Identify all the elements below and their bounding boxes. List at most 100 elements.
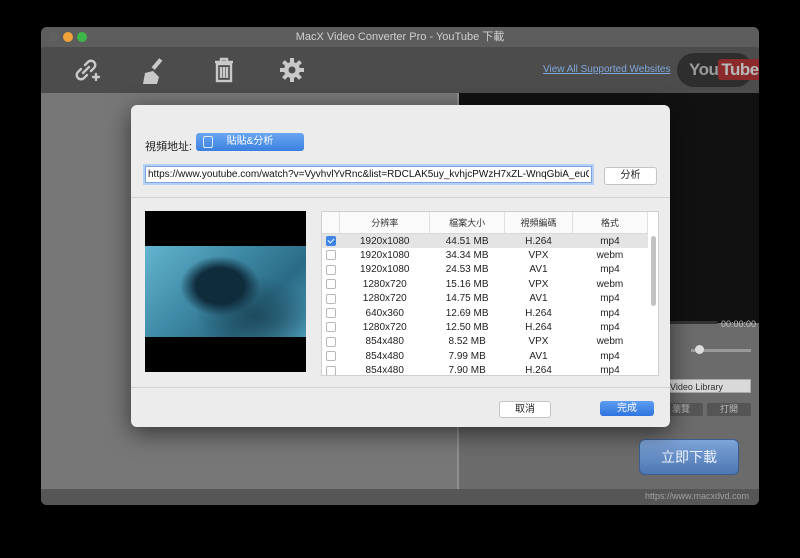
status-url[interactable]: https://www.macxdvd.com [645, 491, 749, 501]
youtube-logo: You Tube [677, 53, 759, 87]
codec-cell: AV1 [529, 293, 548, 305]
resolution-cell: 1280x720 [362, 293, 407, 305]
size-cell: 34.34 MB [445, 250, 489, 262]
cancel-button[interactable]: 取消 [499, 401, 551, 418]
table-row[interactable]: 854x480 7.99 MB AV1 mp4 [322, 349, 648, 363]
format-cell: mp4 [600, 365, 620, 376]
paste-analyze-label: 貼貼&分析 [226, 136, 274, 147]
youtube-logo-tube: Tube [718, 59, 759, 80]
window-minimize-button[interactable] [63, 32, 73, 42]
column-header-size[interactable]: 檔案大小 [429, 212, 506, 234]
size-cell: 44.51 MB [429, 233, 505, 249]
codec-cell: AV1 [529, 350, 548, 362]
format-cell: mp4 [600, 293, 620, 305]
format-cell: mp4 [600, 350, 620, 362]
row-checkbox[interactable] [325, 279, 336, 290]
codec-cell: H.264 [525, 322, 552, 334]
table-header-row: 分辨率 檔案大小 視頻編碼 格式 [322, 212, 649, 234]
format-cell: mp4 [600, 322, 620, 334]
open-button[interactable]: 打開 [707, 403, 751, 416]
table-scrollbar[interactable] [651, 236, 656, 306]
format-cell: webm [596, 250, 624, 262]
url-input[interactable] [145, 166, 592, 183]
table-row[interactable]: 854x480 8.52 MB VPX webm [322, 335, 648, 349]
title-bar: MacX Video Converter Pro - YouTube 下載 [41, 27, 759, 47]
seek-bar[interactable] [669, 321, 717, 324]
resolution-cell: 1280x720 [362, 278, 407, 290]
row-checkbox[interactable] [325, 336, 336, 347]
table-row[interactable]: 1920x1080 44.51 MB H.264 mp4 [322, 233, 648, 249]
row-select-cell [322, 364, 340, 375]
clean-brush-icon[interactable] [139, 55, 169, 85]
resolution-cell: 1280x720 [362, 322, 407, 334]
row-select-cell [322, 335, 340, 349]
row-checkbox[interactable] [325, 322, 336, 333]
row-checkbox[interactable] [325, 250, 336, 261]
table-row[interactable]: 854x480 7.90 MB H.264 mp4 [322, 364, 648, 376]
row-select-cell [322, 263, 340, 277]
row-select-cell [322, 277, 340, 291]
window-zoom-button[interactable] [77, 32, 87, 42]
row-select-cell [322, 292, 340, 306]
table-row[interactable]: 640x360 12.69 MB H.264 mp4 [322, 306, 648, 320]
format-cell: mp4 [600, 264, 620, 276]
table-row[interactable]: 1280x720 15.16 MB VPX webm [322, 277, 648, 291]
resolution-cell: 854x480 [365, 350, 404, 362]
table-row[interactable]: 1920x1080 24.53 MB AV1 mp4 [322, 263, 648, 277]
format-cell: mp4 [572, 233, 648, 249]
row-checkbox[interactable] [325, 293, 336, 304]
gear-icon[interactable] [277, 55, 307, 85]
resolution-cell: 1920x1080 [339, 233, 430, 249]
row-checkbox[interactable] [325, 365, 336, 375]
row-select-cell [322, 248, 340, 262]
table-row[interactable]: 1280x720 12.50 MB H.264 mp4 [322, 320, 648, 334]
row-select-cell [322, 349, 340, 363]
toolbar: View All Supported Websites You Tube [41, 47, 759, 93]
row-checkbox[interactable] [325, 308, 336, 318]
size-cell: 12.69 MB [445, 307, 489, 319]
resolution-cell: 854x480 [365, 336, 404, 348]
format-cell: mp4 [600, 307, 620, 319]
resolution-cell: 1920x1080 [359, 264, 410, 276]
analyze-button[interactable]: 分析 [604, 167, 657, 185]
row-checkbox[interactable] [325, 236, 336, 247]
done-button[interactable]: 完成 [600, 401, 654, 416]
codec-cell: VPX [528, 250, 549, 262]
volume-knob[interactable] [695, 345, 704, 354]
table-row[interactable]: 1280x720 14.75 MB AV1 mp4 [322, 292, 648, 306]
size-cell: 14.75 MB [445, 293, 489, 305]
codec-cell: H.264 [525, 365, 552, 376]
window-title: MacX Video Converter Pro - YouTube 下載 [295, 31, 505, 43]
url-label: 視頻地址: [145, 141, 193, 153]
row-checkbox[interactable] [325, 351, 336, 362]
window-close-button[interactable] [49, 32, 59, 42]
codec-cell: AV1 [529, 264, 548, 276]
codec-cell: VPX [528, 336, 549, 348]
size-cell: 7.90 MB [448, 365, 486, 376]
destination-field[interactable]: Video Library [665, 379, 751, 393]
codec-cell: H.264 [504, 233, 573, 249]
supported-websites-link[interactable]: View All Supported Websites [543, 64, 670, 75]
download-now-button[interactable]: 立即下載 [639, 439, 739, 475]
size-cell: 15.16 MB [445, 278, 489, 290]
codec-cell: VPX [528, 278, 549, 290]
resolution-cell: 1920x1080 [359, 250, 410, 262]
trash-icon[interactable] [209, 55, 239, 85]
format-cell: webm [596, 336, 624, 348]
row-select-cell [322, 320, 340, 334]
thumbnail-image [145, 246, 306, 337]
link-add-icon[interactable] [71, 55, 101, 85]
table-row[interactable]: 1920x1080 34.34 MB VPX webm [322, 248, 648, 262]
clipboard-icon [203, 136, 213, 148]
size-cell: 24.53 MB [445, 264, 489, 276]
row-checkbox[interactable] [325, 264, 336, 275]
column-header-codec[interactable]: 視頻編碼 [504, 212, 573, 234]
column-header-resolution[interactable]: 分辨率 [339, 212, 431, 234]
row-select-cell [322, 233, 340, 249]
codec-cell: H.264 [525, 307, 552, 319]
column-header-select [322, 212, 341, 234]
resolution-cell: 854x480 [365, 365, 404, 376]
paste-analyze-button[interactable]: 貼貼&分析 [196, 133, 304, 151]
row-select-cell [322, 306, 340, 320]
column-header-format[interactable]: 格式 [572, 212, 649, 234]
